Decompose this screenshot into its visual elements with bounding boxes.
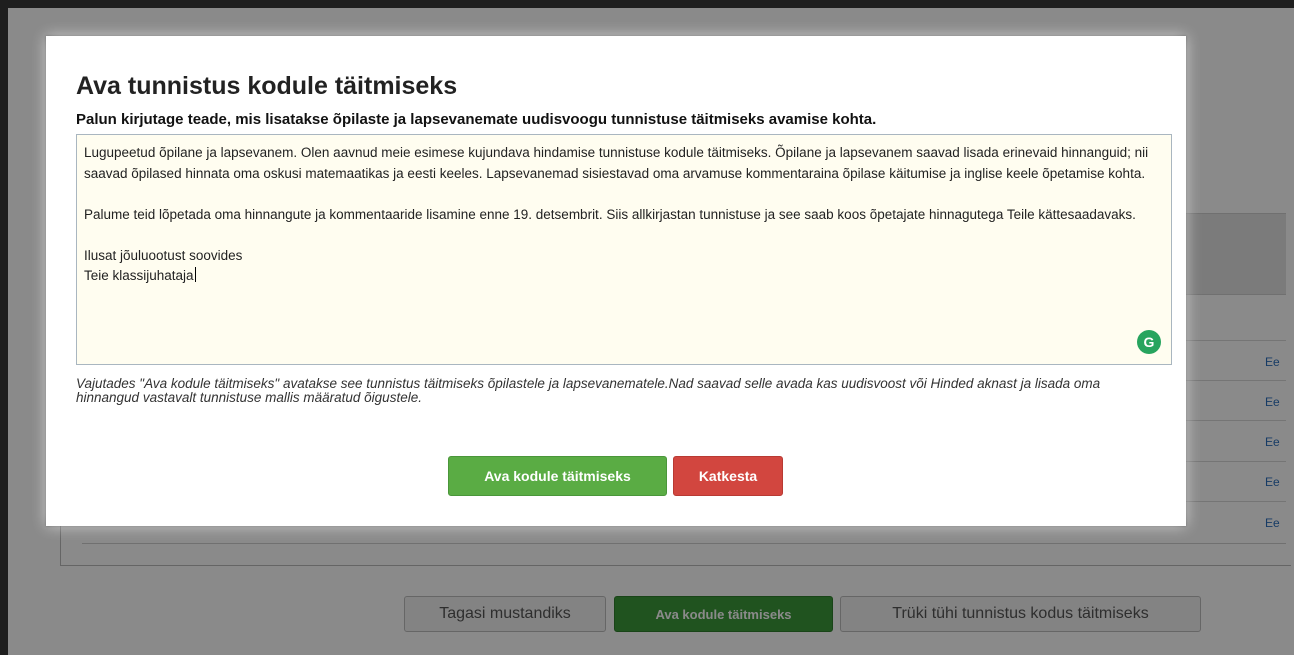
cancel-button[interactable]: Katkesta [673,456,783,496]
grammarly-icon-glyph: G [1143,333,1155,350]
dialog-note: Vajutades "Ava kodule täitmiseks" avatak… [76,376,1101,405]
grammarly-icon[interactable]: G [1137,330,1161,354]
message-textarea[interactable]: Lugupeetud õpilane ja lapsevanem. Olen a… [76,134,1172,365]
open-certificate-dialog: Ava tunnistus kodule täitmiseks Palun ki… [46,36,1186,526]
confirm-open-button[interactable]: Ava kodule täitmiseks [448,456,667,496]
dialog-subtitle: Palun kirjutage teade, mis lisatakse õpi… [76,111,877,128]
dialog-title: Ava tunnistus kodule täitmiseks [76,72,458,100]
text-cursor [194,267,196,282]
message-closing: Ilusat jõuluootust soovides Teie klassij… [84,246,1164,287]
message-signature-line: Teie klassijuhataja [84,268,194,283]
window-frame-left [0,0,8,655]
message-closing-line: Ilusat jõuluootust soovides [84,247,243,263]
window-frame-top [0,0,1294,8]
message-paragraph: Lugupeetud õpilane ja lapsevanem. Olen a… [84,145,1149,181]
message-paragraph: Palume teid lõpetada oma hinnangute ja k… [84,206,1136,222]
